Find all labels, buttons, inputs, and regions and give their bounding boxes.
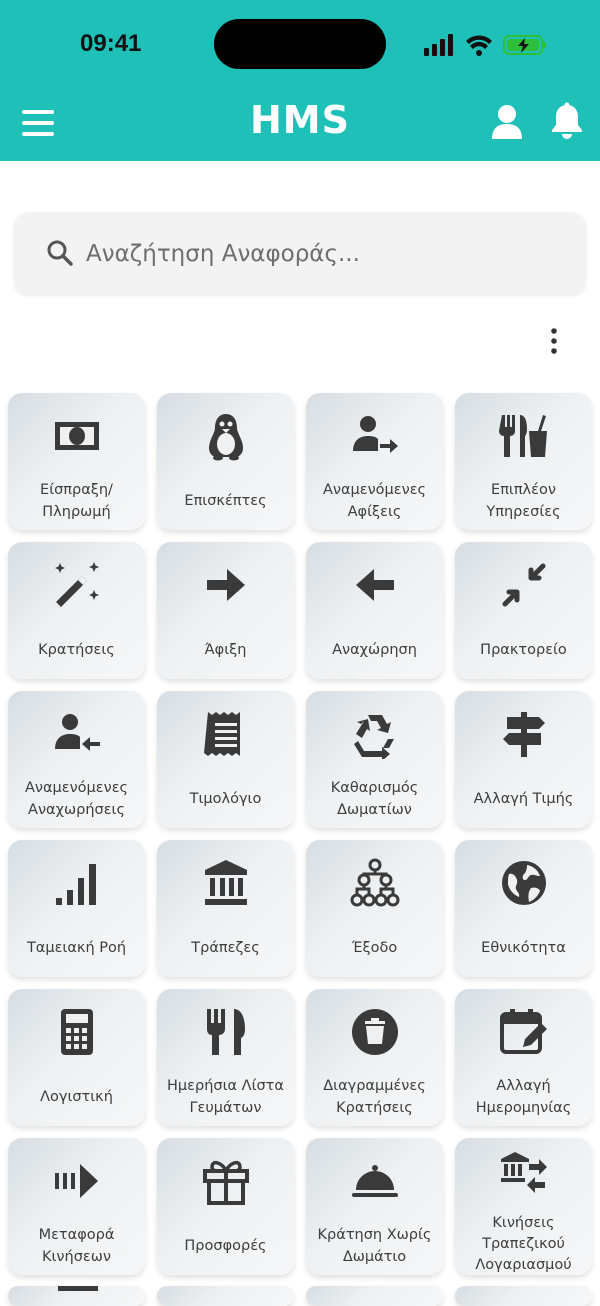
tile-label: Λογιστική bbox=[40, 1089, 113, 1105]
partial-icon bbox=[58, 1286, 98, 1291]
tile-reservations[interactable]: Κρατήσεις bbox=[8, 542, 145, 679]
user-icon[interactable] bbox=[490, 104, 524, 140]
tile-extra-services[interactable]: Επιπλέον Υπηρεσίες bbox=[455, 393, 592, 530]
tile-label: Ημερήσια Λίστα Γευμάτων bbox=[167, 1078, 284, 1116]
tile-guests[interactable]: Επισκέπτες bbox=[157, 393, 294, 530]
tile-label: Αναμενόμενες Αφίξεις bbox=[322, 482, 427, 520]
tile-label: Επισκέπτες bbox=[184, 493, 267, 509]
tile-label: Κινήσεις Τραπεζικού Λογαριασμού bbox=[475, 1214, 572, 1273]
tile-label: Ταμειακή Ροή bbox=[26, 940, 127, 956]
fork-knife-icon bbox=[207, 1009, 245, 1055]
tile-label: Μεταφορά Κινήσεων bbox=[38, 1227, 115, 1265]
tile-label: Διαγραμμένες Κρατήσεις bbox=[323, 1078, 426, 1116]
user-arrow-left-icon bbox=[55, 714, 100, 751]
signal-bars-icon bbox=[56, 864, 96, 905]
calendar-edit-icon bbox=[500, 1009, 547, 1054]
cloche-icon bbox=[352, 1165, 398, 1197]
user-arrow-right-icon bbox=[353, 416, 398, 453]
battery-icon bbox=[503, 35, 546, 55]
tile-room-cleaning[interactable]: Καθαρισμός Δωματίων bbox=[306, 691, 443, 828]
tile-cash-flow[interactable]: Ταμειακή Ροή bbox=[8, 840, 145, 977]
status-time: 09:41 bbox=[80, 30, 142, 57]
calculator-icon bbox=[61, 1009, 93, 1055]
tile-label: Κράτηση Χωρίς Δωμάτιο bbox=[317, 1227, 432, 1265]
tile-change-date[interactable]: Αλλαγή Ημερομηνίας bbox=[455, 989, 592, 1126]
tile-banks[interactable]: Τράπεζες bbox=[157, 840, 294, 977]
more-options-icon[interactable] bbox=[544, 326, 564, 356]
tile-label: Έξοδο bbox=[351, 940, 398, 956]
tile-change-price[interactable]: Αλλαγή Τιμής bbox=[455, 691, 592, 828]
penguin-icon bbox=[209, 414, 243, 461]
trash-circle-icon bbox=[352, 1009, 398, 1055]
cash-icon bbox=[55, 422, 99, 450]
tile-label: Τράπεζες bbox=[191, 940, 260, 956]
tile-label: Επιπλέον Υπηρεσίες bbox=[486, 482, 561, 520]
tile-label: Πρακτορείο bbox=[480, 642, 567, 658]
tile-bank-account-transactions[interactable]: Κινήσεις Τραπεζικού Λογαριασμού bbox=[455, 1138, 592, 1275]
arrow-right-icon bbox=[207, 569, 245, 601]
tile-invoice[interactable]: Τιμολόγιο bbox=[157, 691, 294, 828]
tile-partial[interactable] bbox=[8, 1286, 145, 1306]
sitemap-icon bbox=[350, 858, 400, 907]
tile-nationality[interactable]: Εθνικότητα bbox=[455, 840, 592, 977]
tile-label: Καθαρισμός Δωματίων bbox=[330, 780, 419, 818]
status-icons bbox=[424, 34, 546, 56]
magic-wand-icon bbox=[55, 562, 99, 607]
signal-icon bbox=[424, 34, 453, 56]
tile-cash-payment[interactable]: Είσπραξη/ Πληρωμή bbox=[8, 393, 145, 530]
receipt-icon bbox=[204, 712, 240, 756]
tile-expense[interactable]: Έξοδο bbox=[306, 840, 443, 977]
tile-partial[interactable] bbox=[157, 1286, 294, 1306]
gift-icon bbox=[203, 1160, 249, 1205]
tile-label: Κρατήσεις bbox=[38, 642, 115, 658]
tile-arrival[interactable]: Άφιξη bbox=[157, 542, 294, 679]
tile-label: Αλλαγή Τιμής bbox=[473, 791, 574, 807]
app-header: 09:41 HMS bbox=[0, 0, 600, 161]
globe-icon bbox=[502, 861, 546, 905]
tile-label: Προσφορές bbox=[184, 1238, 267, 1254]
tile-label: Αναχώρηση bbox=[332, 642, 417, 658]
bell-icon[interactable] bbox=[550, 102, 584, 140]
bank-transfer-icon bbox=[501, 1152, 547, 1193]
tile-label: Εθνικότητα bbox=[481, 940, 566, 956]
wifi-icon bbox=[466, 35, 492, 56]
search-bar[interactable] bbox=[14, 212, 586, 294]
tile-label: Τιμολόγιο bbox=[189, 791, 262, 807]
tile-label: Είσπραξη/ Πληρωμή bbox=[40, 482, 113, 520]
tile-expected-departures[interactable]: Αναμενόμενες Αναχωρήσεις bbox=[8, 691, 145, 828]
bank-icon bbox=[205, 860, 247, 905]
search-input[interactable] bbox=[84, 228, 568, 280]
tile-agency[interactable]: Πρακτορείο bbox=[455, 542, 592, 679]
search-icon bbox=[47, 240, 73, 266]
tile-departure[interactable]: Αναχώρηση bbox=[306, 542, 443, 679]
dynamic-island bbox=[214, 19, 386, 69]
tile-offers[interactable]: Προσφορές bbox=[157, 1138, 294, 1275]
tile-partial[interactable] bbox=[306, 1286, 443, 1306]
recycle-icon bbox=[354, 715, 394, 759]
tile-transfer-transactions[interactable]: Μεταφορά Κινήσεων bbox=[8, 1138, 145, 1275]
transfer-arrow-icon bbox=[55, 1164, 98, 1198]
tile-deleted-reservations[interactable]: Διαγραμμένες Κρατήσεις bbox=[306, 989, 443, 1126]
utensils-drink-icon bbox=[499, 415, 547, 457]
tile-label: Αναμενόμενες Αναχωρήσεις bbox=[24, 780, 129, 818]
tile-reservation-no-room[interactable]: Κράτηση Χωρίς Δωμάτιο bbox=[306, 1138, 443, 1275]
tile-label: Άφιξη bbox=[204, 642, 247, 658]
signpost-icon bbox=[503, 712, 545, 757]
tile-partial[interactable] bbox=[455, 1286, 592, 1306]
arrow-left-icon bbox=[356, 569, 394, 601]
tile-label: Αλλαγή Ημερομηνίας bbox=[475, 1078, 572, 1116]
compress-icon bbox=[502, 563, 546, 607]
tile-accounting[interactable]: Λογιστική bbox=[8, 989, 145, 1126]
tile-expected-arrivals[interactable]: Αναμενόμενες Αφίξεις bbox=[306, 393, 443, 530]
tile-daily-meal-list[interactable]: Ημερήσια Λίστα Γευμάτων bbox=[157, 989, 294, 1126]
